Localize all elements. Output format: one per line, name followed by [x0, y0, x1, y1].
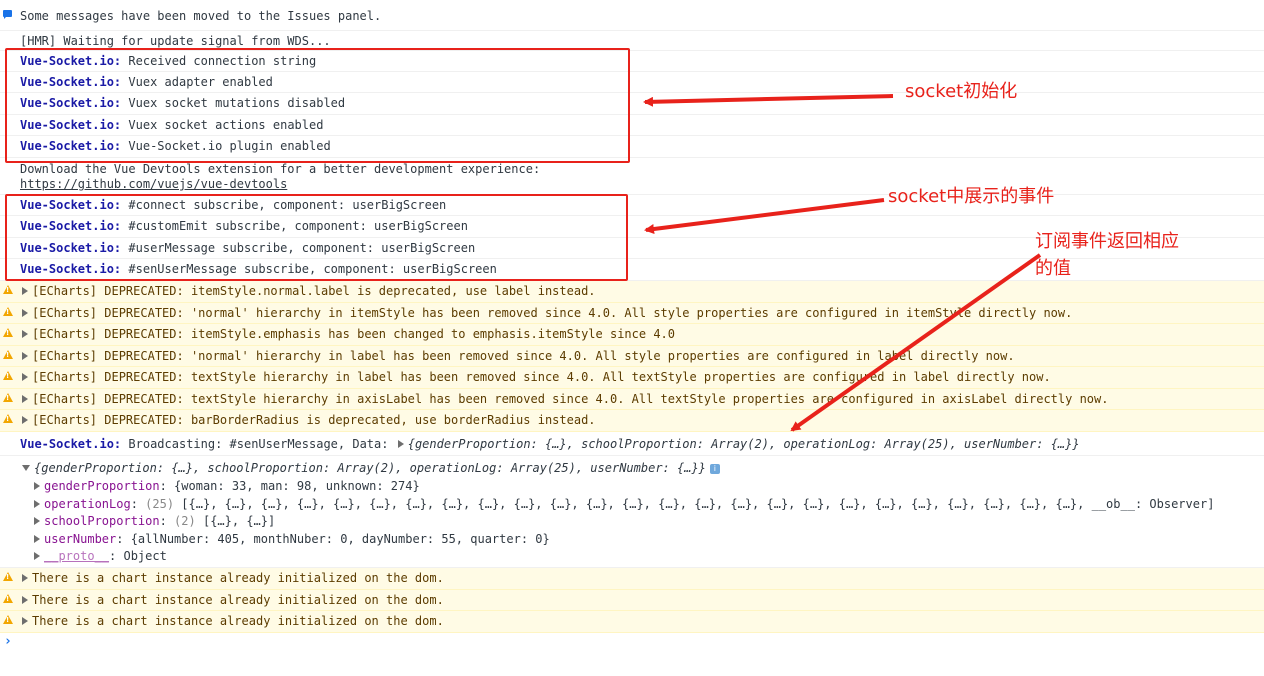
console-prompt[interactable]: ›	[4, 634, 12, 649]
warning-icon	[3, 393, 13, 402]
expand-triangle-icon[interactable]	[22, 309, 28, 317]
warning-row[interactable]: [ECharts] DEPRECATED: textStyle hierarch…	[0, 389, 1264, 410]
issues-panel-message[interactable]: Some messages have been moved to the Iss…	[0, 0, 1264, 31]
annotation-init: socket初始化	[905, 81, 1018, 102]
warning-icon	[3, 414, 13, 423]
expand-triangle-icon[interactable]	[22, 574, 28, 582]
chart-warning-row[interactable]: There is a chart instance already initia…	[0, 568, 1264, 590]
warning-icon	[3, 572, 13, 581]
warning-icon	[3, 350, 13, 359]
devtools-log: Download the Vue Devtools extension for …	[0, 158, 1264, 195]
warning-row[interactable]: [ECharts] DEPRECATED: 'normal' hierarchy…	[0, 303, 1264, 324]
expand-triangle-icon[interactable]	[34, 482, 40, 490]
expand-triangle-icon[interactable]	[22, 330, 28, 338]
expand-triangle-icon[interactable]	[34, 535, 40, 543]
expand-triangle-icon[interactable]	[22, 287, 28, 295]
warning-row[interactable]: [ECharts] DEPRECATED: 'normal' hierarchy…	[0, 346, 1264, 367]
broadcast-log: Vue-Socket.io: Broadcasting: #senUserMes…	[0, 432, 1264, 456]
warning-icon	[3, 615, 13, 624]
expand-triangle-icon[interactable]	[397, 440, 404, 448]
message-icon	[3, 10, 12, 19]
expand-triangle-icon[interactable]	[34, 500, 40, 508]
devtools-link[interactable]: https://github.com/vuejs/vue-devtools	[20, 177, 287, 191]
expand-triangle-icon[interactable]	[34, 552, 40, 560]
annotation-events: socket中展示的事件	[888, 186, 1055, 207]
init-highlight-box	[5, 48, 630, 163]
expand-triangle-icon[interactable]	[34, 517, 40, 525]
warning-icon	[3, 371, 13, 380]
expand-triangle-icon[interactable]	[22, 416, 28, 424]
annotation-subscribe-2: 的值	[1035, 258, 1071, 279]
warning-icon	[3, 285, 13, 294]
chart-warning-row[interactable]: There is a chart instance already initia…	[0, 611, 1264, 633]
expand-triangle-icon[interactable]	[22, 395, 28, 403]
expanded-object-summary[interactable]: {genderProportion: {…}, schoolProportion…	[34, 461, 706, 475]
expand-triangle-icon[interactable]	[22, 373, 28, 381]
expanded-object-log: {genderProportion: {…}, schoolProportion…	[0, 456, 1264, 568]
expand-triangle-icon[interactable]	[22, 596, 28, 604]
warning-row[interactable]: [ECharts] DEPRECATED: textStyle hierarch…	[0, 367, 1264, 389]
info-icon[interactable]: i	[709, 464, 720, 474]
events-highlight-box	[5, 194, 628, 281]
warning-row[interactable]: [ECharts] DEPRECATED: itemStyle.normal.l…	[0, 281, 1264, 303]
warning-icon	[3, 307, 13, 316]
expand-triangle-icon[interactable]	[22, 617, 28, 625]
annotation-subscribe-1: 订阅事件返回相应	[1035, 231, 1179, 252]
broadcast-object[interactable]: {genderProportion: {…}, schoolProportion…	[408, 437, 1080, 451]
collapse-triangle-icon[interactable]	[22, 465, 30, 471]
chart-warning-row[interactable]: There is a chart instance already initia…	[0, 590, 1264, 611]
warning-row[interactable]: [ECharts] DEPRECATED: barBorderRadius is…	[0, 410, 1264, 432]
expand-triangle-icon[interactable]	[22, 352, 28, 360]
warning-icon	[3, 328, 13, 337]
warning-icon	[3, 594, 13, 603]
warning-row[interactable]: [ECharts] DEPRECATED: itemStyle.emphasis…	[0, 324, 1264, 346]
